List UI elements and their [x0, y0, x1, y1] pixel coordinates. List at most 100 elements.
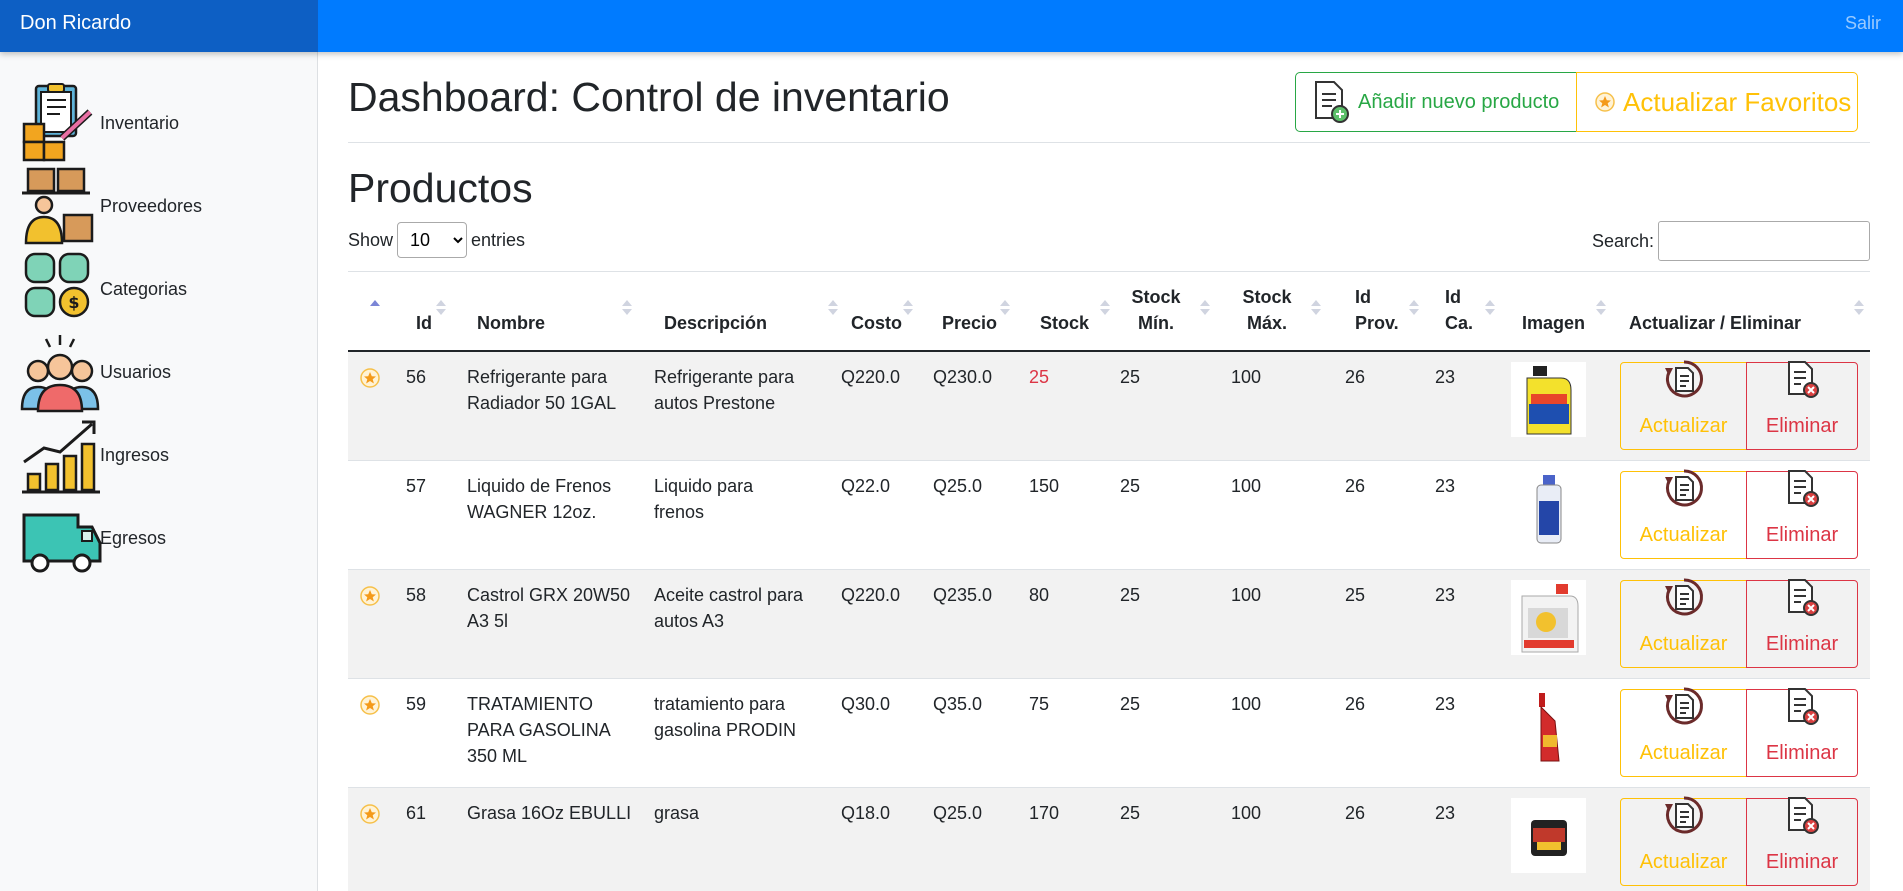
cell-stock-min: 25 — [1120, 585, 1141, 605]
top-navbar: Don Ricardo Salir — [0, 0, 1903, 52]
oil-jug-icon — [1511, 580, 1586, 655]
column-header-id-ca[interactable]: Id Ca. — [1445, 272, 1515, 352]
sidebar-item-ingresos[interactable]: Ingresos — [20, 414, 300, 496]
update-button[interactable]: Actualizar — [1620, 578, 1747, 668]
column-header-label: Id Prov. — [1355, 284, 1399, 336]
column-header-precio[interactable]: Precio — [942, 272, 1032, 352]
cell-id: 57 — [406, 476, 427, 496]
cell-stock-max: 100 — [1231, 585, 1262, 605]
refresh-document-icon — [1663, 685, 1705, 740]
column-header-label: Stock Mín. — [1130, 284, 1182, 336]
page-title: Dashboard: Control de inventario — [348, 74, 950, 120]
update-button[interactable]: Actualizar — [1620, 360, 1747, 450]
add-product-button[interactable]: Añadir nuevo producto — [1295, 72, 1577, 132]
sort-icon — [1000, 298, 1010, 318]
sidebar-item-egresos[interactable]: Egresos — [20, 497, 300, 579]
column-header-costo[interactable]: Costo — [851, 272, 941, 352]
cell-stock-max: 100 — [1231, 803, 1262, 823]
column-header-nombre[interactable]: Nombre — [477, 272, 637, 352]
column-header-label: Precio — [942, 313, 998, 333]
fuel-treatment-bottle-icon — [1511, 689, 1586, 764]
column-header-label-line: Mín. — [1138, 313, 1174, 333]
column-header-label-line: Máx. — [1246, 313, 1288, 333]
sidebar-item-categorias[interactable]: $ Categorias — [20, 248, 300, 330]
delete-button[interactable]: Eliminar — [1746, 688, 1858, 777]
sidebar-item-proveedores[interactable]: Proveedores — [20, 165, 300, 247]
cell-stock: 75 — [1029, 694, 1050, 714]
entries-length-control: Show 10 entries — [348, 222, 525, 258]
update-label: Actualizar — [1639, 851, 1728, 873]
sort-icon — [828, 298, 838, 318]
cell-id-prov: 25 — [1345, 585, 1366, 605]
cell-nombre: Liquido de Frenos WAGNER 12oz. — [467, 476, 612, 522]
brand-name[interactable]: Don Ricardo — [0, 0, 318, 52]
cell-id: 61 — [406, 803, 427, 823]
entries-select[interactable]: 10 — [397, 222, 468, 258]
refresh-document-icon — [1663, 358, 1705, 413]
favorite-star-icon[interactable] — [360, 368, 380, 395]
cell-stock: 25 — [1029, 367, 1050, 387]
cell-id-ca: 23 — [1435, 694, 1456, 714]
column-header-acciones[interactable]: Actualizar / Eliminar — [1629, 272, 1870, 352]
income-icon — [22, 420, 100, 494]
column-header-stock[interactable]: Stock — [1040, 272, 1120, 352]
sort-icon — [1200, 298, 1210, 318]
delete-button[interactable]: Eliminar — [1746, 579, 1858, 668]
search-input[interactable] — [1658, 221, 1870, 261]
delete-label: Eliminar — [1765, 851, 1839, 873]
delete-button[interactable]: Eliminar — [1746, 797, 1858, 886]
cell-stock: 80 — [1029, 585, 1050, 605]
column-header-stock-max[interactable]: Stock Máx. — [1241, 272, 1331, 352]
cell-stock-min: 25 — [1120, 803, 1141, 823]
refresh-document-icon — [1663, 794, 1705, 849]
delete-document-icon — [1781, 467, 1823, 522]
cell-id-prov: 26 — [1345, 476, 1366, 496]
delete-button[interactable]: Eliminar — [1746, 361, 1858, 450]
update-button[interactable]: Actualizar — [1620, 687, 1747, 777]
cell-stock-max: 100 — [1231, 694, 1262, 714]
column-header-favorite[interactable] — [360, 272, 400, 352]
cell-id: 56 — [406, 367, 427, 387]
column-header-label: Descripción — [664, 313, 768, 333]
cell-id-prov: 26 — [1345, 367, 1366, 387]
cell-precio: Q25.0 — [933, 803, 983, 823]
column-header-id-prov[interactable]: Id Prov. — [1355, 272, 1425, 352]
column-header-label-line: Id — [1355, 287, 1371, 307]
column-header-label: Id — [416, 313, 432, 333]
update-label: Actualizar — [1639, 742, 1728, 764]
update-button[interactable]: Actualizar — [1620, 469, 1747, 559]
cell-precio: Q230.0 — [933, 367, 993, 387]
favorite-star-icon[interactable] — [360, 695, 380, 722]
sidebar-item-inventario[interactable]: Inventario — [20, 82, 300, 164]
column-header-descripcion[interactable]: Descripción — [664, 272, 844, 352]
search-label: Search: — [1591, 230, 1654, 251]
update-favorites-button[interactable]: Actualizar Favoritos — [1576, 72, 1858, 132]
refresh-document-icon — [1663, 576, 1705, 631]
sort-ascending-icon — [370, 298, 380, 318]
column-header-label: Stock Máx. — [1241, 284, 1293, 336]
sort-icon — [1409, 298, 1419, 318]
cell-stock: 170 — [1029, 803, 1060, 823]
delete-document-icon — [1781, 685, 1823, 740]
signout-link[interactable]: Salir — [1845, 0, 1881, 46]
update-button[interactable]: Actualizar — [1620, 796, 1747, 886]
delete-label: Eliminar — [1765, 415, 1839, 437]
delete-button[interactable]: Eliminar — [1746, 470, 1858, 559]
star-badge-icon — [1595, 92, 1615, 112]
cell-descripcion: Aceite castrol para autos A3 — [654, 585, 804, 631]
column-header-stock-min[interactable]: Stock Mín. — [1130, 272, 1220, 352]
sort-icon — [903, 298, 913, 318]
sort-icon — [1485, 298, 1495, 318]
sort-icon — [622, 298, 632, 318]
add-document-icon — [1315, 81, 1349, 123]
cell-stock: 150 — [1029, 476, 1060, 496]
cell-costo: Q220.0 — [841, 585, 901, 605]
favorite-star-icon[interactable] — [360, 804, 380, 831]
table-row: 56 Refrigerante para Radiador 50 1GAL Refr… — [348, 352, 1870, 461]
sidebar-item-usuarios[interactable]: Usuarios — [20, 331, 300, 413]
cell-stock-max: 100 — [1231, 476, 1262, 496]
sort-icon — [1100, 298, 1110, 318]
column-header-imagen[interactable]: Imagen — [1522, 272, 1632, 352]
favorite-star-icon[interactable] — [360, 586, 380, 613]
cell-stock-max: 100 — [1231, 367, 1262, 387]
